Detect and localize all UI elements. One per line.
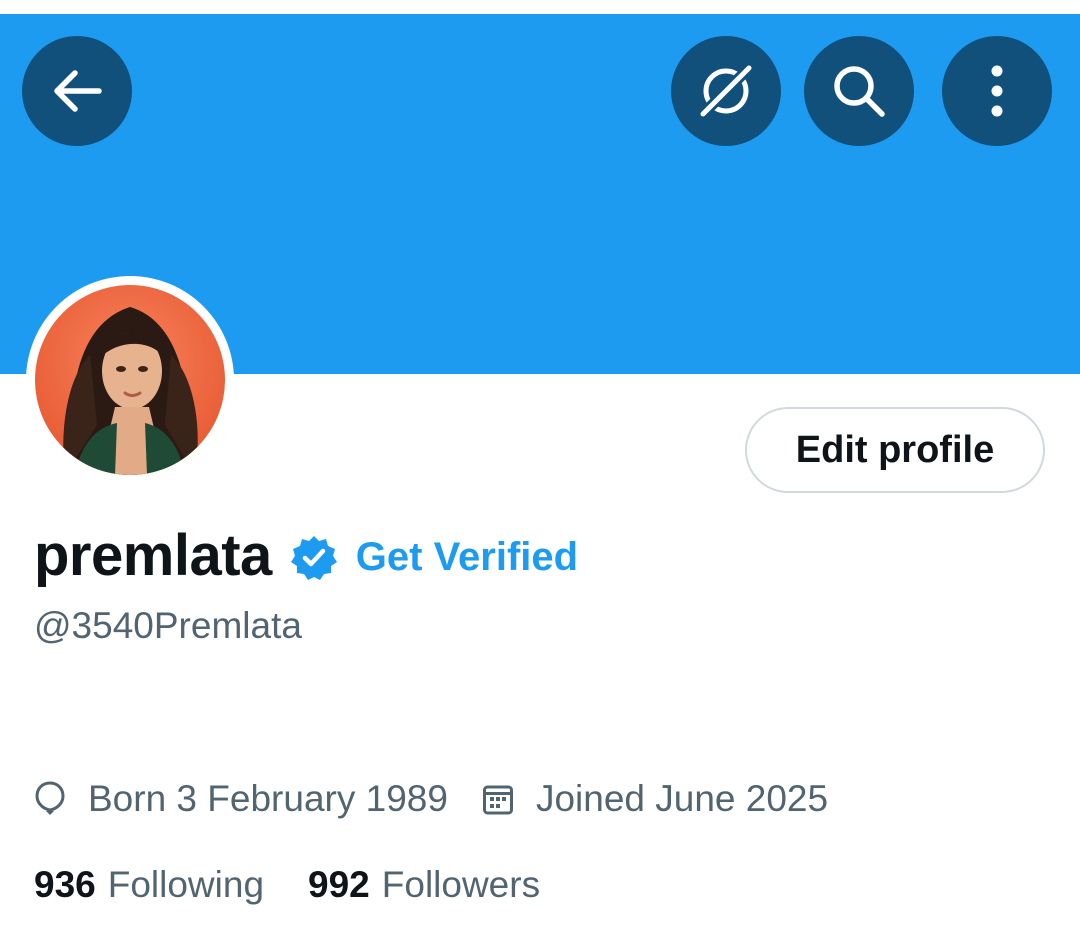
avatar-frame[interactable] bbox=[26, 276, 234, 484]
balloon-icon bbox=[35, 781, 65, 815]
search-button[interactable] bbox=[804, 36, 914, 146]
following-label[interactable]: Following bbox=[108, 864, 264, 906]
username-handle: @3540Premlata bbox=[34, 605, 302, 646]
calendar-icon bbox=[482, 785, 513, 815]
follow-stats: 936 Following 992 Followers bbox=[34, 858, 540, 912]
birthday-item: Born 3 February 1989 bbox=[34, 778, 448, 820]
status-strip bbox=[0, 0, 1080, 14]
birthday-text: Born 3 February 1989 bbox=[88, 778, 448, 819]
back-arrow-icon bbox=[54, 70, 102, 112]
get-verified-link[interactable]: Get Verified bbox=[356, 535, 578, 580]
verified-badge-icon[interactable] bbox=[290, 534, 338, 582]
joined-item: Joined June 2025 bbox=[482, 778, 828, 820]
more-options-button[interactable] bbox=[942, 36, 1052, 146]
followers-label[interactable]: Followers bbox=[382, 864, 540, 906]
grok-button[interactable] bbox=[671, 36, 781, 146]
followers-count[interactable]: 992 bbox=[308, 864, 370, 906]
display-name: premlata bbox=[34, 522, 272, 588]
profile-meta: Born 3 February 1989 Joined June 2025 bbox=[34, 772, 828, 826]
edit-profile-button[interactable]: Edit profile bbox=[745, 407, 1045, 493]
profile-page: Edit profile premlata Get Verified @3540… bbox=[0, 0, 1080, 952]
search-icon bbox=[834, 66, 885, 117]
back-button[interactable] bbox=[22, 36, 132, 146]
more-vertical-icon bbox=[991, 65, 1003, 117]
following-count[interactable]: 936 bbox=[34, 864, 96, 906]
name-row: premlata Get Verified bbox=[34, 520, 578, 590]
grok-icon bbox=[695, 60, 757, 122]
avatar[interactable] bbox=[35, 285, 225, 475]
avatar-image bbox=[35, 285, 225, 475]
joined-text: Joined June 2025 bbox=[535, 778, 829, 819]
